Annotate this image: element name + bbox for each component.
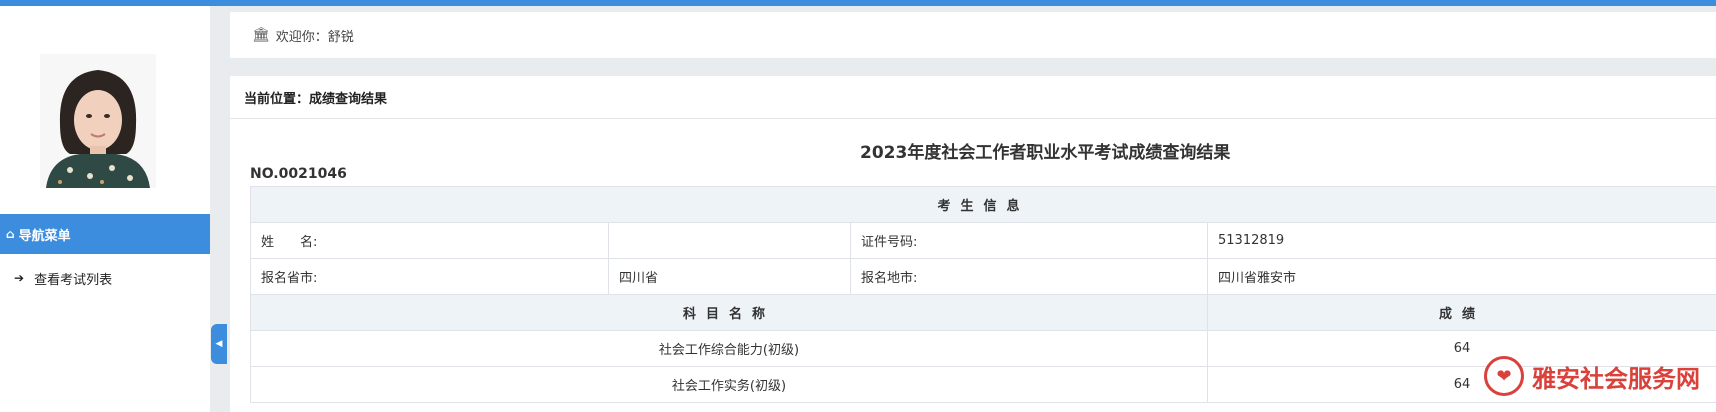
city-label: 报名地市: xyxy=(850,258,1208,295)
score-header: 成绩 xyxy=(1206,294,1716,331)
sidebar-item-exam-list[interactable]: ➔ 查看考试列表 xyxy=(0,260,210,296)
table-row: 姓 名: 证件号码: 51312819 xyxy=(250,222,1716,259)
watermark: ❤ 雅安社会服务网 xyxy=(1484,356,1700,396)
caret-left-icon: ◀ xyxy=(215,339,223,349)
welcome-bar: 🏛 欢迎你：舒锐 xyxy=(230,12,1716,58)
bank-icon: 🏛 xyxy=(252,27,270,43)
user-avatar xyxy=(40,54,156,188)
home-icon: ⌂ xyxy=(6,227,15,241)
scores-header-row: 科目名称 成绩 xyxy=(250,294,1716,331)
province-label: 报名省市: xyxy=(250,258,609,295)
candidate-info-header-row: 考生信息 xyxy=(249,186,1716,223)
candidate-info-header: 考生信息 xyxy=(249,186,1716,223)
sidebar-item-label: 查看考试列表 xyxy=(34,272,113,288)
watermark-text: 雅安社会服务网 xyxy=(1532,364,1700,393)
sign-in-icon: ➔ xyxy=(14,271,25,285)
sidebar: ⌂ 导航菜单 ➔ 查看考试列表 xyxy=(0,6,210,412)
breadcrumb: 当前位置：成绩查询结果 xyxy=(244,92,388,107)
page-title: 2023年度社会工作者职业水平考试成绩查询结果 xyxy=(860,143,1231,163)
table-row: 报名省市: 四川省 报名地市: 四川省雅安市 xyxy=(250,258,1716,295)
certificate-number: NO.0021046 xyxy=(250,166,347,182)
subject-name: 社会工作综合能力(初级) xyxy=(250,330,1208,367)
id-number-label: 证件号码: xyxy=(850,222,1208,259)
name-label: 姓 名: xyxy=(250,222,609,259)
divider xyxy=(230,118,1716,119)
nav-menu-header[interactable]: ⌂ 导航菜单 xyxy=(0,214,210,254)
name-value xyxy=(608,222,851,259)
welcome-text: 欢迎你：舒锐 xyxy=(275,29,354,45)
watermark-logo: ❤ xyxy=(1484,356,1524,396)
sidebar-collapse-toggle[interactable]: ◀ xyxy=(211,324,227,364)
nav-menu-label: 导航菜单 xyxy=(18,228,71,244)
subject-name: 社会工作实务(初级) xyxy=(250,366,1208,403)
top-accent-bar xyxy=(0,0,1716,6)
city-value: 四川省雅安市 xyxy=(1206,258,1716,295)
province-value: 四川省 xyxy=(608,258,851,295)
subject-header: 科目名称 xyxy=(250,294,1208,331)
id-number-value: 51312819 xyxy=(1206,222,1716,259)
